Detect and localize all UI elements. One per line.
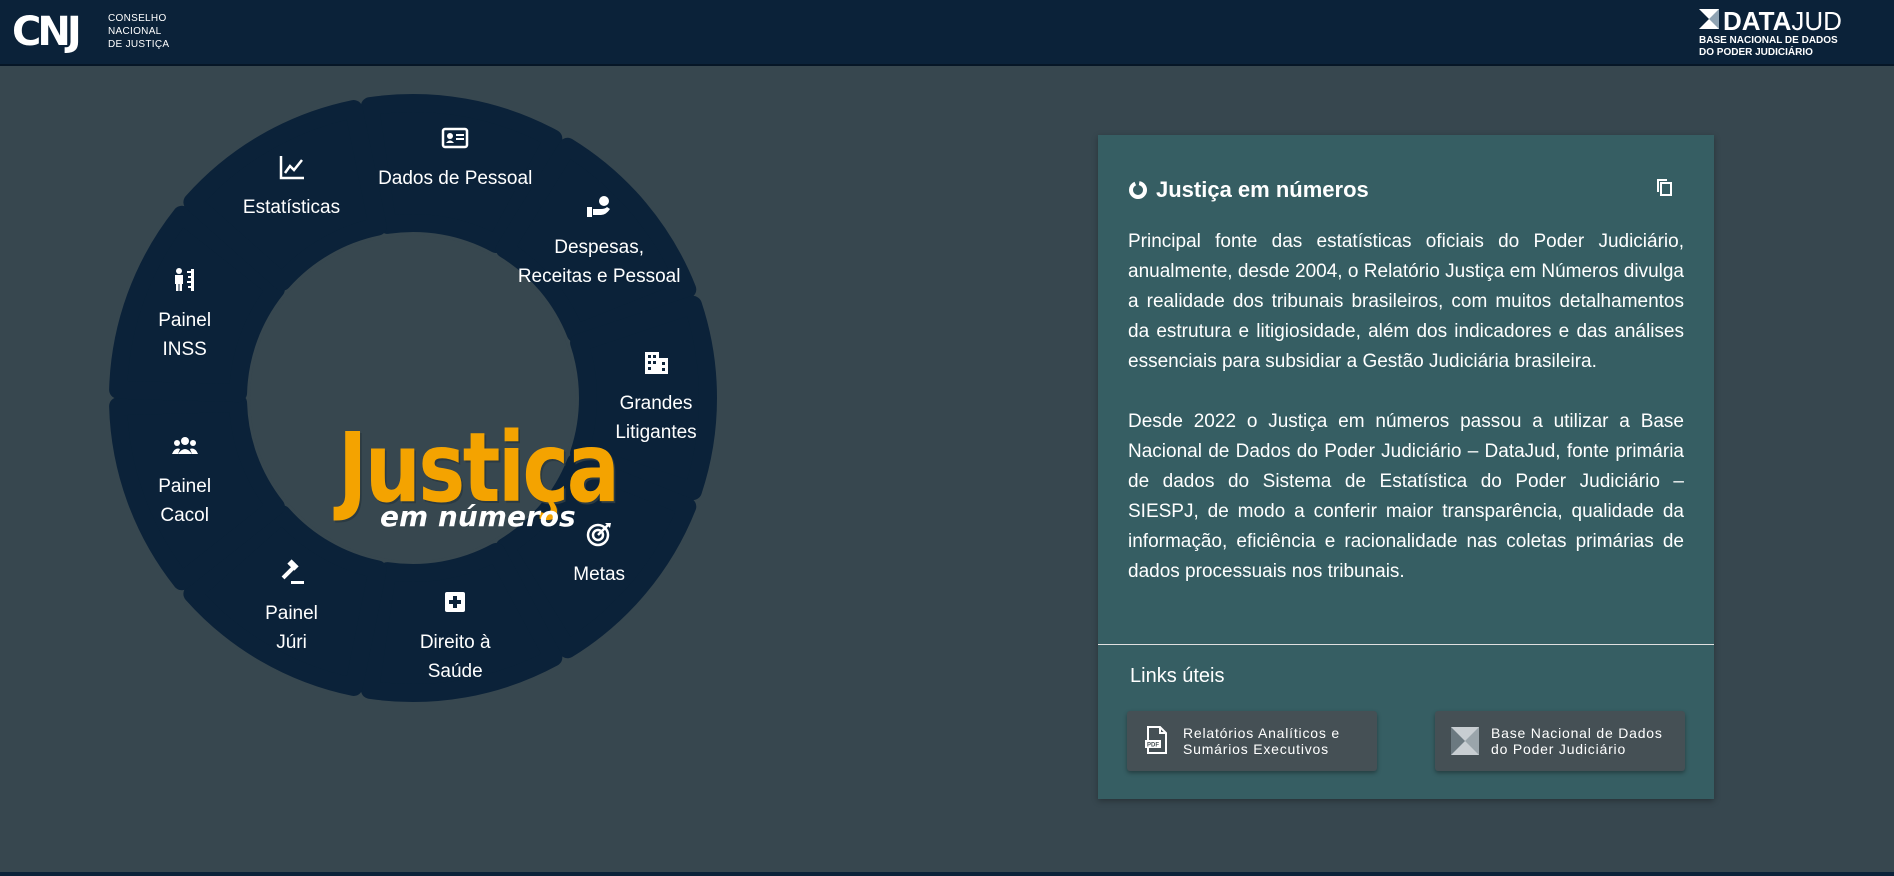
line-chart-icon — [279, 156, 304, 180]
org-line: CONSELHO — [108, 13, 167, 24]
card-title: Justiça em números — [1156, 177, 1369, 202]
datajud-logo[interactable]: DATAJUD BASE NACIONAL DE DADOS DO PODER … — [1699, 8, 1849, 60]
card-header: Justiça em números — [1128, 175, 1369, 205]
id-card-icon — [441, 127, 469, 149]
wheel-label-estatisticas: Estatísticas — [242, 197, 341, 219]
card-paragraph: Desde 2022 o Justiça em números passou a… — [1128, 411, 1684, 582]
svg-text:PDF: PDF — [1147, 743, 1159, 749]
datajud-title: DATAJUD — [1723, 6, 1842, 36]
building-icon — [645, 352, 668, 374]
copy-icon[interactable] — [1654, 177, 1676, 199]
org-line: DE JUSTIÇA — [108, 39, 170, 50]
wheel-label-painel-cacol: Painel — [158, 476, 212, 498]
wheel-label-painel-inss: INSS — [162, 338, 207, 360]
datajud-subtitle: BASE NACIONAL DE DADOS DO PODER JUDICIÁR… — [1699, 35, 1838, 58]
hand-money-icon — [587, 195, 611, 217]
relatorios-link-label: Relatórios Analíticos e Sumários Executi… — [1183, 725, 1340, 757]
wheel-label-dados-de-pessoal: Dados de Pessoal — [378, 168, 533, 190]
wheel-label-despesas: Receitas e Pessoal — [517, 265, 681, 287]
datajud-icon — [1699, 9, 1719, 29]
datajud-link-label: Base Nacional de Dados do Poder Judiciár… — [1491, 725, 1663, 757]
footer-bar — [0, 872, 1894, 876]
wheel-label-metas: Metas — [573, 563, 626, 585]
gavel-icon — [281, 559, 304, 585]
justica-em-numeros-logo: Justiça em números — [330, 418, 670, 548]
wheel-label-painel-cacol: Cacol — [160, 505, 209, 527]
card-divider — [1098, 644, 1714, 645]
top-bar: CNJ CONSELHO NACIONAL DE JUSTIÇA DATAJUD… — [0, 0, 1894, 66]
wheel-label-direito-saude: Saúde — [427, 661, 483, 683]
org-line: NACIONAL — [108, 26, 162, 37]
pdf-icon: PDF — [1145, 726, 1167, 754]
cnj-org-name: CONSELHO NACIONAL DE JUSTIÇA — [108, 12, 169, 51]
datajud-link-button[interactable]: Base Nacional de Dados do Poder Judiciár… — [1435, 711, 1685, 771]
wheel-label-despesas: Despesas, — [554, 236, 645, 258]
datajud-icon — [1451, 727, 1479, 755]
card-paragraph: Principal fonte das estatísticas oficiai… — [1128, 231, 1684, 372]
card-description: Principal fonte das estatísticas oficiai… — [1128, 227, 1684, 617]
cnj-logo[interactable]: CNJ CONSELHO NACIONAL DE JUSTIÇA — [12, 8, 172, 58]
person-height-icon — [174, 267, 194, 291]
wheel-label-painel-inss: Painel — [158, 309, 212, 331]
medical-plus-icon — [445, 592, 466, 613]
links-title: Links úteis — [1130, 665, 1225, 687]
logo-small-text: em números — [380, 500, 576, 533]
relatorios-link-button[interactable]: PDF Relatórios Analíticos e Sumários Exe… — [1127, 711, 1377, 771]
donut-chart-icon — [1129, 181, 1147, 199]
group-icon — [171, 437, 198, 455]
wheel-label-painel-juri: Júri — [276, 632, 307, 654]
wheel-label-painel-juri: Painel — [265, 603, 318, 625]
cnj-logo-mark: CNJ — [12, 9, 82, 55]
info-card: Justiça em números Principal fonte das e… — [1098, 135, 1714, 799]
